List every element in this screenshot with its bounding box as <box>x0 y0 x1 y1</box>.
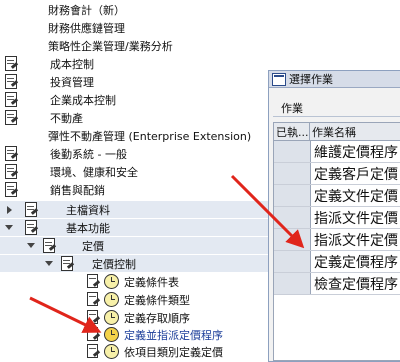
activity-section-label: 作業 <box>281 102 303 115</box>
row-selector[interactable] <box>274 251 311 272</box>
tree-item-define-assign-pricing-procedures[interactable]: 定義並指派定價程序 <box>0 326 223 343</box>
table-row[interactable]: 指派文件定價 <box>274 207 400 229</box>
tree-item-label: 依項目類別定義定價 <box>124 345 223 359</box>
tree-item-pricing-by-item-category[interactable]: 依項目類別定義定價 <box>0 343 223 360</box>
document-edit-icon <box>86 310 101 325</box>
choose-activity-dialog: 選擇作業 作業 已執... 作業名稱 維護定價程序 定義客戶定價 定義文件定價 … <box>268 70 400 362</box>
document-edit-icon <box>4 74 19 89</box>
document-edit-icon <box>86 327 101 342</box>
tree-item-investment-management[interactable]: 投資管理 <box>0 73 94 90</box>
tree-item-label: 企業成本控制 <box>50 93 116 107</box>
tree-item-label: 策略性企業管理/業務分析 <box>48 39 173 53</box>
document-edit-icon <box>42 238 57 253</box>
tree-item-label: 財務供應鏈管理 <box>48 21 125 35</box>
dialog-title-bar[interactable]: 選擇作業 <box>269 71 400 88</box>
document-edit-icon <box>86 344 101 359</box>
activity-name[interactable]: 檢查定價程序 <box>311 273 400 294</box>
row-selector[interactable] <box>274 185 311 206</box>
tree-item-define-condition-tables[interactable]: 定義條件表 <box>0 273 179 290</box>
document-edit-icon <box>4 164 19 179</box>
tree-item-label: 主檔資料 <box>66 203 110 217</box>
tree-item-logistics-general[interactable]: 後勤系統 - 一般 <box>0 145 127 162</box>
tree-item-label: 彈性不動產管理 (Enterprise Extension) <box>48 129 252 143</box>
tree-item-cost-control[interactable]: 成本控制 <box>0 55 94 72</box>
row-selector[interactable] <box>274 163 311 184</box>
document-edit-icon <box>24 202 39 217</box>
tree-item-sales-distribution[interactable]: 銷售與配銷 <box>0 181 105 198</box>
table-row[interactable]: 檢查定價程序 <box>274 273 400 295</box>
row-selector[interactable] <box>274 229 311 250</box>
table-row[interactable]: 定義定價程序 <box>274 251 400 273</box>
row-selector[interactable] <box>274 273 311 294</box>
tree-item-basic-functions[interactable]: 基本功能 <box>0 219 270 236</box>
table-header: 已執... 作業名稱 <box>274 123 400 141</box>
tree-item-label: 定義存取順序 <box>124 311 190 325</box>
collapse-arrow-icon[interactable] <box>26 237 36 254</box>
collapse-arrow-icon[interactable] <box>4 219 14 236</box>
tree-item-label: 投資管理 <box>50 75 94 89</box>
column-header-activity-name[interactable]: 作業名稱 <box>310 123 400 140</box>
tree-item-label: 定義條件表 <box>124 275 179 289</box>
document-edit-icon <box>4 146 19 161</box>
activity-name[interactable]: 指派文件定價 <box>311 207 400 228</box>
document-edit-icon <box>86 274 101 289</box>
expand-arrow-icon[interactable] <box>4 201 14 218</box>
tree-item-master-data[interactable]: 主檔資料 <box>0 201 270 218</box>
document-edit-icon <box>4 92 19 107</box>
document-edit-icon <box>86 292 101 307</box>
execute-clock-icon[interactable] <box>104 327 119 342</box>
activity-table: 已執... 作業名稱 維護定價程序 定義客戶定價 定義文件定價 指派文件定價 指… <box>273 122 400 361</box>
document-edit-icon <box>24 220 39 235</box>
tree-item-label: 定價 <box>82 239 104 253</box>
tree-item-label: 基本功能 <box>66 221 110 235</box>
tree-item-financial-accounting[interactable]: 財務會計（新） <box>0 1 125 18</box>
tree-item-enterprise-cost-control[interactable]: 企業成本控制 <box>0 91 116 108</box>
execute-clock-icon[interactable] <box>104 274 119 289</box>
activity-name[interactable]: 維護定價程序 <box>311 141 400 162</box>
row-selector[interactable] <box>274 141 311 162</box>
table-row[interactable]: 維護定價程序 <box>274 141 400 163</box>
tree-item-label: 成本控制 <box>50 57 94 71</box>
tree-item-label: 後勤系統 - 一般 <box>50 147 127 161</box>
execute-clock-icon[interactable] <box>104 344 119 359</box>
document-edit-icon <box>4 56 19 71</box>
activity-name[interactable]: 定義文件定價 <box>311 185 400 206</box>
tree-item-pricing[interactable]: 定價 <box>0 237 270 254</box>
tree-item-ehs[interactable]: 環境、健康和安全 <box>0 163 138 180</box>
window-icon <box>272 72 286 86</box>
document-edit-icon <box>4 182 19 197</box>
column-header-executed[interactable]: 已執... <box>274 123 310 140</box>
activity-name[interactable]: 定義客戶定價 <box>311 163 400 184</box>
activity-name[interactable]: 指派文件定價 <box>311 229 400 250</box>
tree-item-flexible-real-estate[interactable]: 彈性不動產管理 (Enterprise Extension) <box>0 127 251 144</box>
tree-item-label: 定價控制 <box>92 257 136 271</box>
row-selector[interactable] <box>274 207 311 228</box>
collapse-arrow-icon[interactable] <box>44 255 54 272</box>
activity-name[interactable]: 定義定價程序 <box>311 251 400 272</box>
tree-item-define-condition-types[interactable]: 定義條件類型 <box>0 291 190 308</box>
table-row[interactable]: 指派文件定價 <box>274 229 400 251</box>
section-divider <box>273 116 400 117</box>
dialog-title: 選擇作業 <box>289 73 333 86</box>
table-row[interactable]: 定義文件定價 <box>274 185 400 207</box>
execute-clock-icon[interactable] <box>104 292 119 307</box>
tree-item-label: 定義並指派定價程序 <box>124 328 223 342</box>
tree-item-label: 不動產 <box>50 111 83 125</box>
tree-item-label: 銷售與配銷 <box>50 183 105 197</box>
tree-item-real-estate[interactable]: 不動產 <box>0 109 83 126</box>
tree-item-label: 定義條件類型 <box>124 293 190 307</box>
tree-item-financial-supply-chain[interactable]: 財務供應鏈管理 <box>0 19 125 36</box>
tree-item-define-access-sequences[interactable]: 定義存取順序 <box>0 309 190 326</box>
execute-clock-icon[interactable] <box>104 310 119 325</box>
document-edit-icon <box>60 256 75 271</box>
tree-item-label: 財務會計（新） <box>48 3 125 17</box>
tree-item-label: 環境、健康和安全 <box>50 165 138 179</box>
table-row[interactable]: 定義客戶定價 <box>274 163 400 185</box>
document-edit-icon <box>4 110 19 125</box>
tree-item-pricing-control[interactable]: 定價控制 <box>0 255 270 272</box>
tree-item-strategic-management[interactable]: 策略性企業管理/業務分析 <box>0 37 173 54</box>
